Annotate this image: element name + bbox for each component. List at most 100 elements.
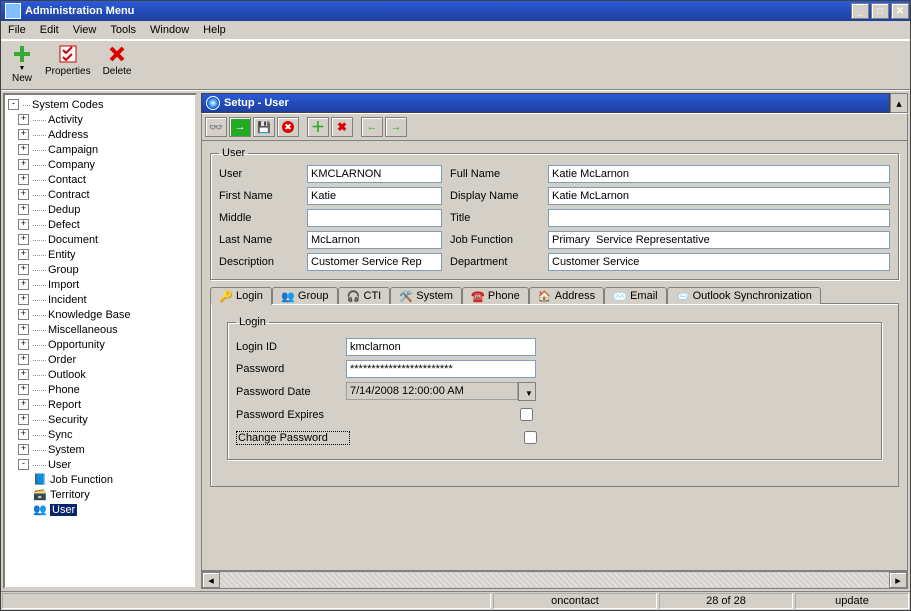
expand-icon[interactable]: + bbox=[18, 339, 29, 350]
tree-item[interactable]: Report bbox=[48, 399, 81, 411]
tab-system[interactable]: 🛠️System bbox=[390, 287, 462, 304]
menu-help[interactable]: Help bbox=[196, 24, 233, 36]
minimize-button[interactable]: _ bbox=[851, 3, 869, 19]
expand-icon[interactable]: + bbox=[18, 279, 29, 290]
scroll-left-button[interactable]: ◂ bbox=[202, 572, 220, 588]
navigation-tree[interactable]: -····System Codes +·······Activity +····… bbox=[3, 93, 197, 589]
tree-item[interactable]: Contract bbox=[48, 189, 90, 201]
tree-item[interactable]: Import bbox=[48, 279, 79, 291]
scroll-right-button[interactable]: ▸ bbox=[889, 572, 907, 588]
tree-item[interactable]: Dedup bbox=[48, 204, 80, 216]
tree-item[interactable]: Address bbox=[48, 129, 88, 141]
tree-item[interactable]: Phone bbox=[48, 384, 80, 396]
properties-button[interactable]: Properties bbox=[45, 43, 91, 77]
expand-icon[interactable]: + bbox=[18, 444, 29, 455]
expand-icon[interactable]: + bbox=[18, 354, 29, 365]
expand-icon[interactable]: + bbox=[18, 399, 29, 410]
tree-item[interactable]: Company bbox=[48, 159, 95, 171]
tree-item[interactable]: Contact bbox=[48, 174, 86, 186]
lastname-field[interactable] bbox=[307, 231, 442, 249]
changepw-checkbox[interactable] bbox=[524, 431, 537, 444]
tree-item[interactable]: Document bbox=[48, 234, 98, 246]
expand-icon[interactable]: + bbox=[18, 429, 29, 440]
expand-icon[interactable]: + bbox=[18, 384, 29, 395]
expand-icon[interactable]: + bbox=[18, 264, 29, 275]
tree-item[interactable]: Entity bbox=[48, 249, 76, 261]
tree-item[interactable]: Outlook bbox=[48, 369, 86, 381]
tree-item[interactable]: Activity bbox=[48, 114, 83, 126]
cancel-button[interactable]: ✖ bbox=[277, 117, 299, 137]
loginid-field[interactable] bbox=[346, 338, 536, 356]
tree-item[interactable]: System bbox=[48, 444, 85, 456]
tree-item[interactable]: Campaign bbox=[48, 144, 98, 156]
expand-icon[interactable]: + bbox=[18, 189, 29, 200]
firstname-field[interactable] bbox=[307, 187, 442, 205]
expand-icon[interactable]: + bbox=[18, 159, 29, 170]
delete-button[interactable]: Delete bbox=[103, 43, 132, 77]
expand-icon[interactable]: + bbox=[18, 324, 29, 335]
jobfunction-field[interactable] bbox=[548, 231, 890, 249]
tree-item[interactable]: Defect bbox=[48, 219, 80, 231]
pwexpires-checkbox[interactable] bbox=[520, 408, 533, 421]
add-button[interactable]: ＋ bbox=[307, 117, 329, 137]
pwdate-field[interactable] bbox=[346, 382, 518, 400]
expand-icon[interactable]: + bbox=[18, 369, 29, 380]
glasses-button[interactable]: 👓 bbox=[205, 117, 227, 137]
expand-icon[interactable]: + bbox=[18, 219, 29, 230]
collapse-icon[interactable]: - bbox=[8, 99, 19, 110]
title-field[interactable] bbox=[548, 209, 890, 227]
tree-item[interactable]: Territory bbox=[50, 489, 90, 501]
menu-file[interactable]: File bbox=[1, 24, 33, 36]
fullname-field[interactable] bbox=[548, 165, 890, 183]
expand-icon[interactable]: + bbox=[18, 144, 29, 155]
tree-item[interactable]: Opportunity bbox=[48, 339, 105, 351]
expand-icon[interactable]: + bbox=[18, 129, 29, 140]
expand-icon[interactable]: + bbox=[18, 204, 29, 215]
expand-icon[interactable]: + bbox=[18, 114, 29, 125]
tree-item[interactable]: Sync bbox=[48, 429, 72, 441]
expand-icon[interactable]: + bbox=[18, 294, 29, 305]
maximize-button[interactable]: □ bbox=[871, 3, 889, 19]
menu-edit[interactable]: Edit bbox=[33, 24, 66, 36]
middle-field[interactable] bbox=[307, 209, 442, 227]
next-button[interactable]: → bbox=[385, 117, 407, 137]
scroll-up-button[interactable]: ▴ bbox=[890, 93, 908, 113]
save-button[interactable]: 💾 bbox=[253, 117, 275, 137]
tab-address[interactable]: 🏠Address bbox=[529, 287, 604, 304]
horizontal-scrollbar[interactable]: ◂ ▸ bbox=[201, 571, 908, 589]
tree-item[interactable]: Group bbox=[48, 264, 79, 276]
tree-item[interactable]: Miscellaneous bbox=[48, 324, 118, 336]
user-field[interactable] bbox=[307, 165, 442, 183]
displayname-field[interactable] bbox=[548, 187, 890, 205]
tree-item[interactable]: Security bbox=[48, 414, 88, 426]
tree-item[interactable]: Job Function bbox=[50, 474, 113, 486]
tree-root[interactable]: System Codes bbox=[32, 99, 104, 111]
prev-button[interactable]: ← bbox=[361, 117, 383, 137]
close-button[interactable]: ✕ bbox=[891, 3, 909, 19]
password-field[interactable] bbox=[346, 360, 536, 378]
tree-item[interactable]: Order bbox=[48, 354, 76, 366]
tab-phone[interactable]: ☎️Phone bbox=[462, 287, 529, 304]
tab-group[interactable]: 👥Group bbox=[272, 287, 338, 304]
scroll-track[interactable] bbox=[220, 573, 889, 587]
tree-item-selected[interactable]: User bbox=[50, 504, 77, 516]
go-button[interactable]: → bbox=[229, 117, 251, 137]
expand-icon[interactable]: + bbox=[18, 414, 29, 425]
remove-button[interactable]: ✖ bbox=[331, 117, 353, 137]
expand-icon[interactable]: + bbox=[18, 309, 29, 320]
tree-item[interactable]: Incident bbox=[48, 294, 87, 306]
new-button[interactable]: ▼ New bbox=[11, 43, 33, 84]
tab-login[interactable]: 🔑Login bbox=[210, 287, 272, 305]
tab-email[interactable]: ✉️Email bbox=[604, 287, 667, 304]
tab-outlook[interactable]: 📨Outlook Synchronization bbox=[667, 287, 821, 304]
menu-tools[interactable]: Tools bbox=[103, 24, 143, 36]
tree-item-user[interactable]: User bbox=[48, 459, 71, 471]
pwdate-dropdown-button[interactable]: ▼ bbox=[518, 382, 536, 401]
tree-item[interactable]: Knowledge Base bbox=[48, 309, 131, 321]
collapse-icon[interactable]: - bbox=[18, 459, 29, 470]
menu-view[interactable]: View bbox=[66, 24, 104, 36]
menu-window[interactable]: Window bbox=[143, 24, 196, 36]
expand-icon[interactable]: + bbox=[18, 174, 29, 185]
description-field[interactable] bbox=[307, 253, 442, 271]
expand-icon[interactable]: + bbox=[18, 249, 29, 260]
